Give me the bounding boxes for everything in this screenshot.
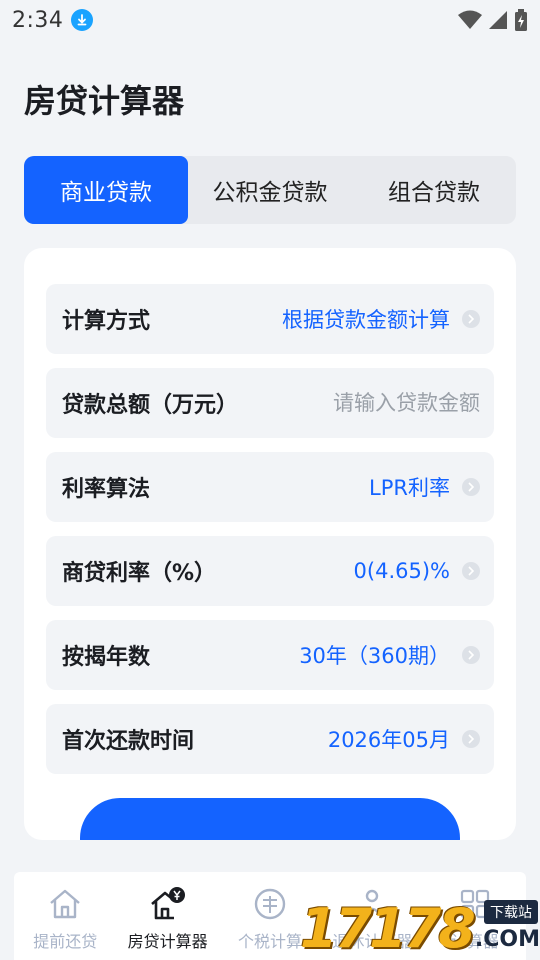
rate-method-row[interactable]: 利率算法 LPR利率	[46, 452, 494, 522]
commercial-rate-value: 0(4.65)%	[353, 559, 450, 583]
commercial-rate-row[interactable]: 商贷利率（%） 0(4.65)%	[46, 536, 494, 606]
first-repay-row[interactable]: 首次还款时间 2026年05月	[46, 704, 494, 774]
watermark-digits: 17178	[300, 896, 476, 960]
mortgage-years-row[interactable]: 按揭年数 30年（360期）	[46, 620, 494, 690]
nav-label: 个税计算	[238, 932, 303, 951]
watermark-tag: 下载站	[484, 900, 538, 924]
calc-method-label: 计算方式	[62, 309, 151, 334]
mortgage-years-label: 按揭年数	[62, 645, 151, 670]
rate-method-value: LPR利率	[369, 476, 450, 500]
signal-icon	[489, 11, 507, 29]
loan-form-card: 计算方式 根据贷款金额计算 贷款总额（万元） 利率算法 LPR利率 商贷利率（%…	[24, 248, 516, 840]
first-repay-value: 2026年05月	[327, 728, 450, 752]
first-repay-label: 首次还款时间	[62, 729, 195, 754]
tab-provident-fund-loan[interactable]: 公积金贷款	[188, 156, 352, 224]
chevron-right-icon	[462, 562, 480, 580]
tax-icon	[250, 884, 290, 924]
status-time: 2:34	[12, 7, 64, 33]
loan-amount-label: 贷款总额（万元）	[62, 393, 239, 418]
site-watermark: 17178 .COM 下载站	[300, 896, 540, 960]
wifi-icon	[458, 10, 482, 29]
chevron-right-icon	[462, 478, 480, 496]
page-title: 房贷计算器	[24, 82, 185, 120]
commercial-rate-label: 商贷利率（%）	[62, 561, 217, 586]
chevron-right-icon	[462, 646, 480, 664]
battery-icon	[515, 9, 527, 31]
house-yen-icon	[148, 884, 188, 924]
status-bar: 2:34	[0, 0, 540, 40]
calc-method-row[interactable]: 计算方式 根据贷款金额计算	[46, 284, 494, 354]
status-icons	[458, 9, 528, 31]
nav-label: 房贷计算器	[127, 932, 208, 951]
house-icon	[45, 884, 85, 924]
chevron-right-icon	[462, 310, 480, 328]
nav-item-mortgage-calculator[interactable]: 房贷计算器	[116, 872, 218, 960]
tab-commercial-loan[interactable]: 商业贷款	[24, 156, 188, 224]
download-icon	[71, 9, 94, 31]
loan-amount-row: 贷款总额（万元）	[46, 368, 494, 438]
watermark-suffix: .COM	[474, 926, 540, 952]
loan-amount-input[interactable]	[250, 391, 480, 415]
tab-combined-loan[interactable]: 组合贷款	[352, 156, 516, 224]
rate-method-label: 利率算法	[62, 477, 151, 502]
mortgage-years-value: 30年（360期）	[299, 644, 450, 668]
calculate-button[interactable]	[80, 798, 460, 840]
chevron-right-icon	[462, 730, 480, 748]
nav-label: 提前还贷	[33, 932, 98, 951]
loan-type-tabs: 商业贷款 公积金贷款 组合贷款	[24, 156, 516, 224]
calc-method-value: 根据贷款金额计算	[282, 308, 450, 332]
nav-item-prepayment[interactable]: 提前还贷	[14, 872, 116, 960]
